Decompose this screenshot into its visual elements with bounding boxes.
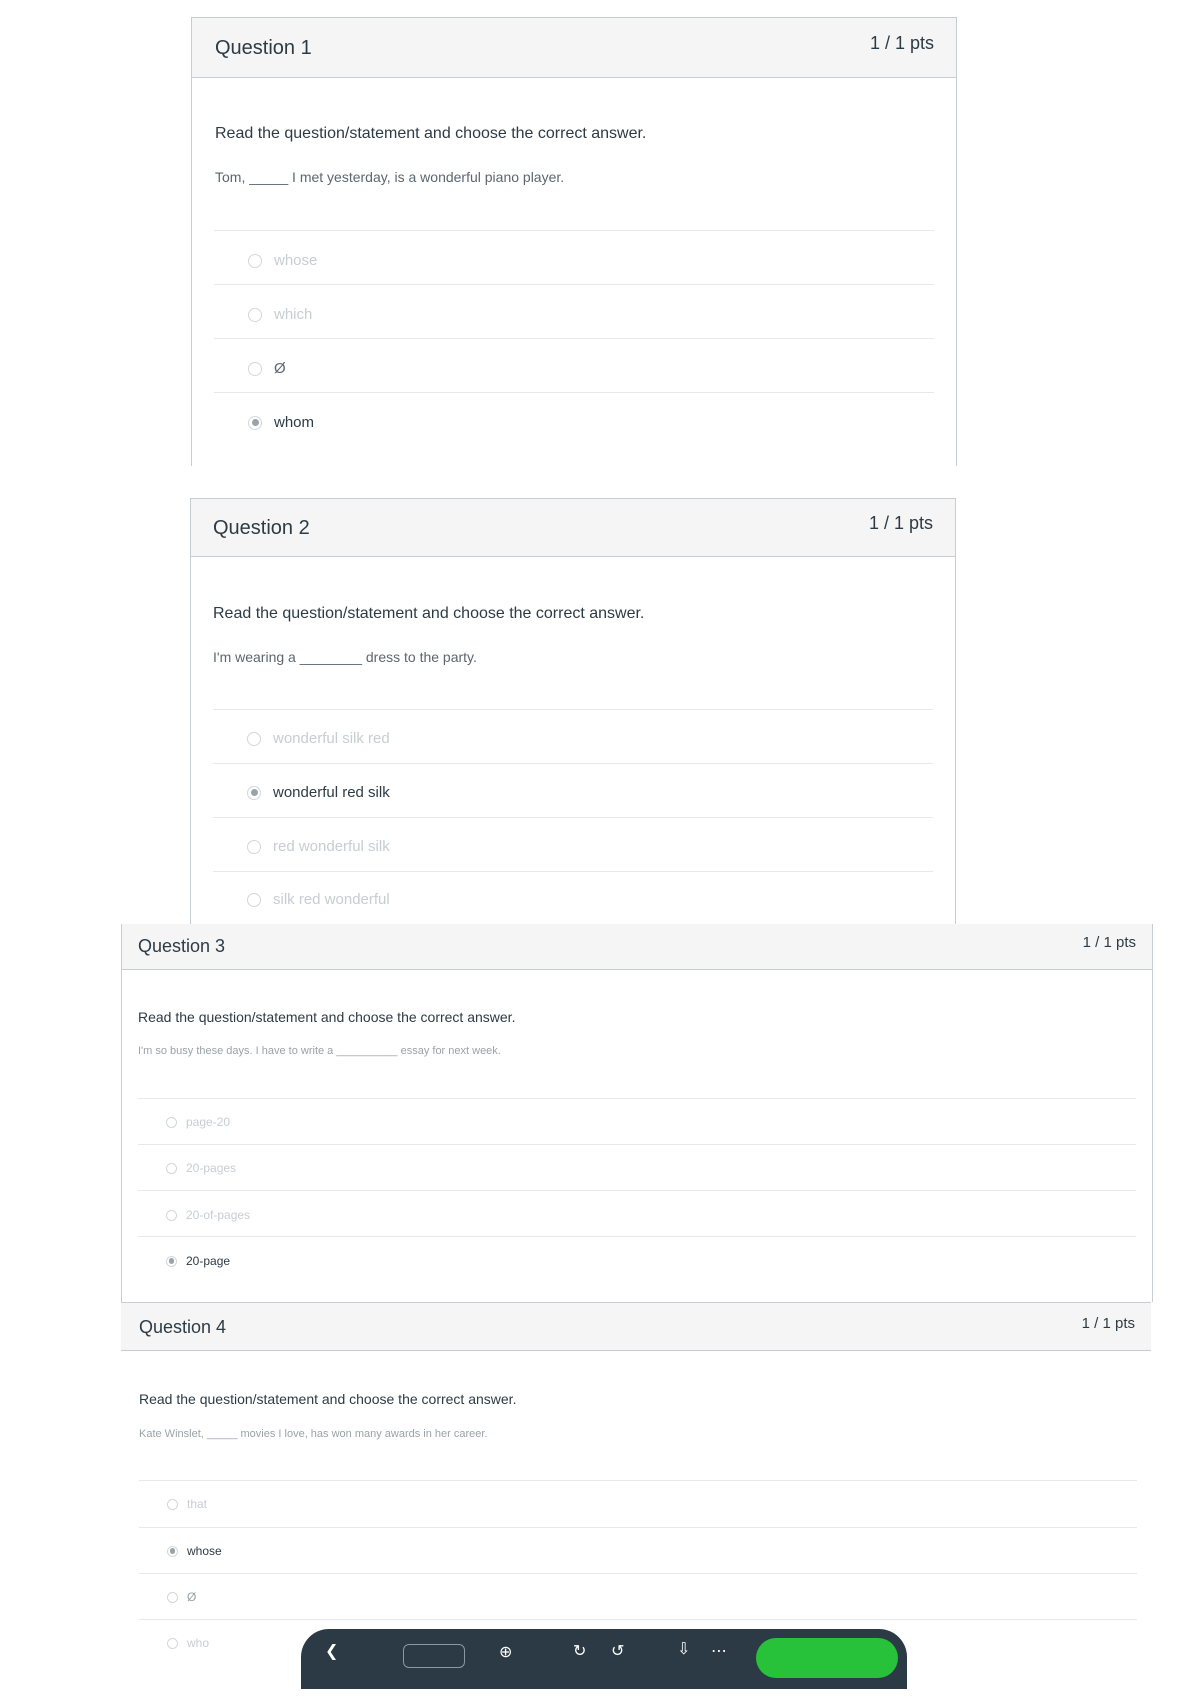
answer-option[interactable]: that <box>167 1497 207 1511</box>
divider <box>213 871 933 872</box>
answer-option[interactable]: wonderful silk red <box>247 730 390 747</box>
radio-button[interactable] <box>167 1637 178 1649</box>
question-prompt: Read the question/statement and choose t… <box>213 605 645 622</box>
question-prompt: Read the question/statement and choose t… <box>138 1009 516 1025</box>
answer-option[interactable]: page-20 <box>166 1115 230 1129</box>
answer-label: 20-of-pages <box>186 1208 251 1222</box>
question-title: Question 4 <box>139 1317 227 1337</box>
divider <box>214 230 934 231</box>
divider <box>139 1480 1137 1481</box>
answer-option[interactable]: Ø <box>167 1590 196 1604</box>
question-points: 1 / 1 pts <box>869 33 934 53</box>
primary-action-button[interactable] <box>756 1638 898 1678</box>
question-header: Question 1 1 / 1 pts <box>192 18 956 78</box>
answer-label: wonderful red silk <box>273 784 390 801</box>
divider <box>139 1573 1137 1574</box>
answer-label: which <box>274 306 313 323</box>
answer-option[interactable]: which <box>248 306 312 323</box>
radio-button[interactable] <box>166 1209 177 1221</box>
answer-label: Ø <box>187 1590 197 1604</box>
divider <box>138 1236 1136 1237</box>
divider <box>138 1098 1136 1099</box>
divider <box>213 709 933 710</box>
answer-option-selected[interactable]: whom <box>248 414 314 431</box>
question-stem: Kate Winslet, _____ movies I love, has w… <box>139 1428 488 1440</box>
answer-label: 20-page <box>186 1254 231 1268</box>
radio-button[interactable] <box>166 1162 177 1174</box>
question-points: 1 / 1 pts <box>868 513 933 533</box>
question-stem: Tom, _____ I met yesterday, is a wonderf… <box>215 169 565 185</box>
answer-option[interactable]: red wonderful silk <box>247 838 390 855</box>
question-prompt: Read the question/statement and choose t… <box>139 1391 517 1407</box>
radio-button-selected[interactable] <box>166 1255 177 1267</box>
answer-label: Ø <box>274 360 286 377</box>
divider <box>214 338 934 339</box>
answer-label: red wonderful silk <box>273 838 390 855</box>
viewer-toolbar: ❮ ⊕ ↻ ↺ ⇩ ⋯ <box>301 1629 907 1689</box>
radio-button-selected[interactable] <box>247 785 261 800</box>
question-header: Question 4 1 / 1 pts <box>121 1303 1151 1351</box>
radio-button[interactable] <box>247 731 261 746</box>
radio-button[interactable] <box>247 892 261 907</box>
answer-label: silk red wonderful <box>273 891 390 908</box>
answer-option[interactable]: who <box>167 1636 209 1650</box>
radio-button[interactable] <box>247 839 261 854</box>
answer-label: whose <box>187 1544 222 1558</box>
answer-option[interactable]: 20-pages <box>166 1161 236 1175</box>
question-header: Question 2 1 / 1 pts <box>191 499 955 557</box>
radio-button-selected[interactable] <box>167 1545 178 1557</box>
answer-label: that <box>187 1497 208 1511</box>
page-number-field[interactable] <box>403 1644 465 1668</box>
question-title: Question 1 <box>215 37 312 59</box>
radio-button-selected[interactable] <box>248 415 262 430</box>
divider <box>138 1190 1136 1191</box>
question-points: 1 / 1 pts <box>1081 1315 1135 1332</box>
question-points: 1 / 1 pts <box>1082 934 1136 951</box>
question-stem: I'm so busy these days. I have to write … <box>138 1045 501 1057</box>
divider <box>139 1527 1137 1528</box>
answer-label: whose <box>274 252 318 269</box>
more-icon[interactable]: ⋯ <box>711 1641 727 1661</box>
divider <box>139 1619 1137 1620</box>
zoom-icon[interactable]: ⊕ <box>499 1642 512 1662</box>
divider <box>213 817 933 818</box>
radio-button[interactable] <box>248 253 262 268</box>
radio-button[interactable] <box>248 361 262 376</box>
answer-label: page-20 <box>186 1115 231 1129</box>
divider <box>138 1144 1136 1145</box>
radio-button[interactable] <box>167 1498 178 1510</box>
radio-button[interactable] <box>248 307 262 322</box>
answer-option-selected[interactable]: wonderful red silk <box>247 784 390 801</box>
rotate-counter-icon[interactable]: ↺ <box>611 1641 624 1661</box>
rotate-icon[interactable]: ↻ <box>573 1641 586 1661</box>
answer-label: wonderful silk red <box>273 730 390 747</box>
question-card-4: Question 4 1 / 1 pts Read the question/s… <box>121 1302 1151 1658</box>
answer-option-selected[interactable]: 20-page <box>166 1254 230 1268</box>
answer-label: whom <box>274 414 315 431</box>
answer-option[interactable]: silk red wonderful <box>247 891 390 908</box>
radio-button[interactable] <box>167 1591 178 1603</box>
divider <box>214 284 934 285</box>
divider <box>214 392 934 393</box>
question-card-1: Question 1 1 / 1 pts Read the question/s… <box>191 17 957 466</box>
divider <box>213 763 933 764</box>
answer-option[interactable]: Ø <box>248 360 286 377</box>
question-title: Question 2 <box>213 517 310 539</box>
question-card-2: Question 2 1 / 1 pts Read the question/s… <box>190 498 956 925</box>
question-title: Question 3 <box>138 936 226 956</box>
answer-label: who <box>187 1636 210 1650</box>
question-header: Question 3 1 / 1 pts <box>122 924 1152 970</box>
question-stem: I'm wearing a ________ dress to the part… <box>213 649 477 665</box>
answer-option[interactable]: 20-of-pages <box>166 1208 250 1222</box>
answer-option-selected[interactable]: whose <box>167 1544 222 1558</box>
answer-option[interactable]: whose <box>248 252 317 269</box>
download-icon[interactable]: ⇩ <box>677 1639 690 1659</box>
radio-button[interactable] <box>166 1116 177 1128</box>
question-prompt: Read the question/statement and choose t… <box>215 125 647 142</box>
previous-page-icon[interactable]: ❮ <box>325 1641 338 1661</box>
question-card-3: Question 3 1 / 1 pts Read the question/s… <box>121 924 1153 1302</box>
answer-label: 20-pages <box>186 1161 237 1175</box>
